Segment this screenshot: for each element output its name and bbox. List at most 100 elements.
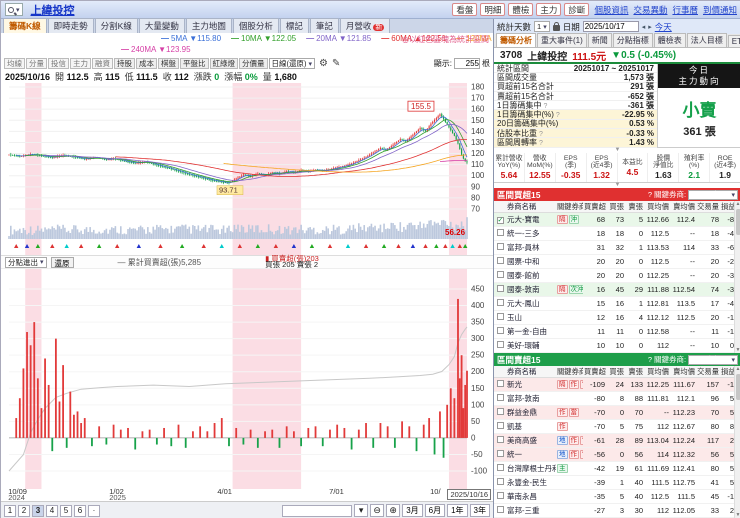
col-header-6[interactable]: 賣均價 (670, 367, 696, 377)
table-row[interactable]: 國票-中和 20 20 0 112.5 -- 20 -2 (494, 255, 740, 269)
col-header-3[interactable]: 買張 (606, 202, 625, 212)
period-button-2[interactable]: 1年 (447, 504, 468, 517)
scroll-thumb[interactable] (735, 209, 740, 235)
page-button-4[interactable]: 4 (46, 504, 58, 517)
panel-button-4[interactable]: 診斷 (564, 3, 590, 16)
chart-tool-9[interactable]: 紅綠燈 (209, 58, 238, 69)
col-header-7[interactable]: 交易量 (696, 367, 720, 377)
stock-tab-3[interactable]: 大量變動 (138, 18, 185, 33)
row-checkbox[interactable] (496, 408, 504, 415)
panel-button-0[interactable]: 看盤 (452, 3, 478, 16)
col-header-1[interactable]: 關鍵券商 (556, 367, 583, 377)
chart-tool-5[interactable]: 持股 (114, 58, 135, 69)
prev-day-button[interactable]: ◂ (642, 23, 646, 31)
col-header-3[interactable]: 買張 (606, 367, 625, 377)
col-header-2[interactable]: 買賣超 (583, 367, 606, 377)
col-header-2[interactable]: 買賣超 (583, 202, 606, 212)
table-row[interactable]: 富邦-敦南 -80 8 88 111.81 112.1 96 5 (494, 392, 740, 406)
table-row[interactable]: 台灣摩根士丹利主 -42 19 61 111.69 112.41 80 5 (494, 462, 740, 476)
stock-tab-7[interactable]: 筆記 (309, 18, 339, 33)
table-row[interactable]: 富邦-員林 31 32 1 113.53 114 33 -6 (494, 241, 740, 255)
days-select[interactable]: 1 ▾ (534, 21, 550, 32)
period-select[interactable]: 日線(還原) ▾ (268, 58, 316, 69)
row-checkbox[interactable] (496, 313, 504, 320)
key-broker-select[interactable]: 區間買超15 ▾ (688, 189, 738, 200)
col-header-4[interactable]: 賣張 (625, 367, 644, 377)
table-row[interactable]: 統一-三多 18 18 0 112.5 -- 18 -4 (494, 227, 740, 241)
page-button-3[interactable]: 3 (32, 504, 44, 517)
table-row[interactable]: 凱基 作 -70 5 75 112 112.67 80 8 (494, 420, 740, 434)
row-checkbox[interactable] (496, 436, 504, 443)
analysis-tab-4[interactable]: 體檢表 (653, 33, 686, 47)
table-row[interactable]: 元大-鳳山 15 16 1 112.81 113.5 17 -4 (494, 297, 740, 311)
chart-tool-8[interactable]: 平盤比 (180, 58, 209, 69)
table-row[interactable]: ✓ 元大-寶電 隔沖 68 73 5 112.66 112.4 78 -8 (494, 213, 740, 227)
scrollbar[interactable]: ▲ ▼ (734, 366, 740, 518)
table-row[interactable]: 永豐金-民生 -39 1 40 111.5 112.75 41 5 (494, 476, 740, 490)
scroll-up-icon[interactable]: ▲ (736, 201, 740, 207)
col-header-0[interactable]: 券商名稱 (506, 367, 556, 377)
row-checkbox[interactable] (496, 394, 504, 401)
restore-button[interactable]: 還原 (50, 256, 74, 268)
row-checkbox[interactable] (496, 450, 504, 457)
col-header-5[interactable]: 買均價 (644, 202, 670, 212)
table-row[interactable]: 美好-環輔 10 10 0 112 -- 10 0 (494, 339, 740, 353)
table-row[interactable]: 第一金-自由 11 11 0 112.58 -- 11 -1 (494, 325, 740, 339)
today-link[interactable]: 今天 (655, 21, 672, 33)
col-header-0[interactable]: 券商名稱 (506, 202, 556, 212)
row-checkbox[interactable] (496, 299, 504, 306)
table-row[interactable]: 美商高盛 地作當 -61 28 89113.04112.24 117 2 (494, 434, 740, 448)
col-header-8[interactable]: 損益(萬) (720, 367, 735, 377)
panel-link-2[interactable]: 行事曆 (672, 4, 698, 16)
chart-tool-0[interactable]: 均線 (4, 58, 25, 69)
lock-icon[interactable] (552, 22, 560, 31)
chart-tool-7[interactable]: 棋盤 (158, 58, 179, 69)
row-checkbox[interactable] (496, 243, 504, 250)
range-input[interactable] (282, 504, 353, 517)
col-header-5[interactable]: 買均價 (644, 367, 670, 377)
zoom-out-button[interactable]: ⊖ (370, 504, 385, 517)
analysis-tab-0[interactable]: 籌碼分析 (496, 33, 536, 47)
table-row[interactable]: 統一 地作當 -56 0 56 114112.32 56 5 (494, 448, 740, 462)
row-checkbox[interactable] (496, 506, 504, 513)
stock-title-link[interactable]: 上緯投控 (31, 2, 75, 18)
panel-button-2[interactable]: 體檢 (508, 3, 534, 16)
flow-chart[interactable]: 450 400 350 300 250 200 150 100 50 0 -50 -100 (1, 269, 493, 489)
page-button-2[interactable]: 2 (18, 504, 30, 517)
row-checkbox[interactable] (496, 257, 504, 264)
page-button-5[interactable]: 5 (60, 504, 72, 517)
stock-search-box[interactable]: ▾ (5, 3, 23, 16)
help-icon[interactable]: ? (648, 190, 652, 199)
table-row[interactable]: 國泰-館前 20 20 0 112.25 -- 20 -3 (494, 269, 740, 283)
scroll-thumb[interactable] (735, 374, 740, 400)
chart-tool-4[interactable]: 融資 (92, 58, 113, 69)
next-day-button[interactable]: ▸ (648, 23, 652, 31)
period-button-0[interactable]: 3月 (402, 504, 423, 517)
stock-tab-8[interactable]: 月營收新 (339, 18, 391, 33)
table-row[interactable]: 新光 隔作當 -109 24 133112.25 111.67 157 -1 (494, 378, 740, 392)
analysis-tab-2[interactable]: 新聞 (587, 33, 612, 47)
col-header-7[interactable]: 交易量 (696, 202, 720, 212)
page-button-6[interactable]: 6 (74, 504, 86, 517)
row-checkbox[interactable] (496, 271, 504, 278)
panel-button-1[interactable]: 明細 (480, 3, 506, 16)
analysis-tab-5[interactable]: 法人目標 (686, 33, 727, 47)
row-checkbox[interactable] (496, 464, 504, 471)
analysis-tab-1[interactable]: 重大事件(1) (537, 33, 587, 47)
chart-tool-2[interactable]: 投信 (48, 58, 69, 69)
analysis-tab-3[interactable]: 分點指標 (612, 33, 653, 47)
chart-tool-1[interactable]: 分量 (26, 58, 47, 69)
table-row[interactable]: 國泰-敦南 隔次沖 16 45 29 111.88 112.54 74 -3 (494, 283, 740, 297)
row-checkbox[interactable] (496, 478, 504, 485)
col-header-6[interactable]: 賣均價 (670, 202, 696, 212)
stock-tab-1[interactable]: 即時走勢 (47, 18, 94, 33)
scroll-down-icon[interactable]: ▼ (736, 512, 740, 518)
zoom-in-button[interactable]: ⊕ (386, 504, 401, 517)
row-checkbox[interactable] (496, 327, 504, 334)
gear-icon[interactable]: ⚙ (319, 58, 328, 69)
stock-tab-5[interactable]: 個股分析 (232, 18, 279, 33)
panel-link-1[interactable]: 交易異動 (633, 4, 667, 16)
row-checkbox[interactable] (496, 492, 504, 499)
row-checkbox[interactable] (496, 285, 504, 292)
flow-indicator-select[interactable]: 分點進出 ▾ (5, 256, 47, 268)
